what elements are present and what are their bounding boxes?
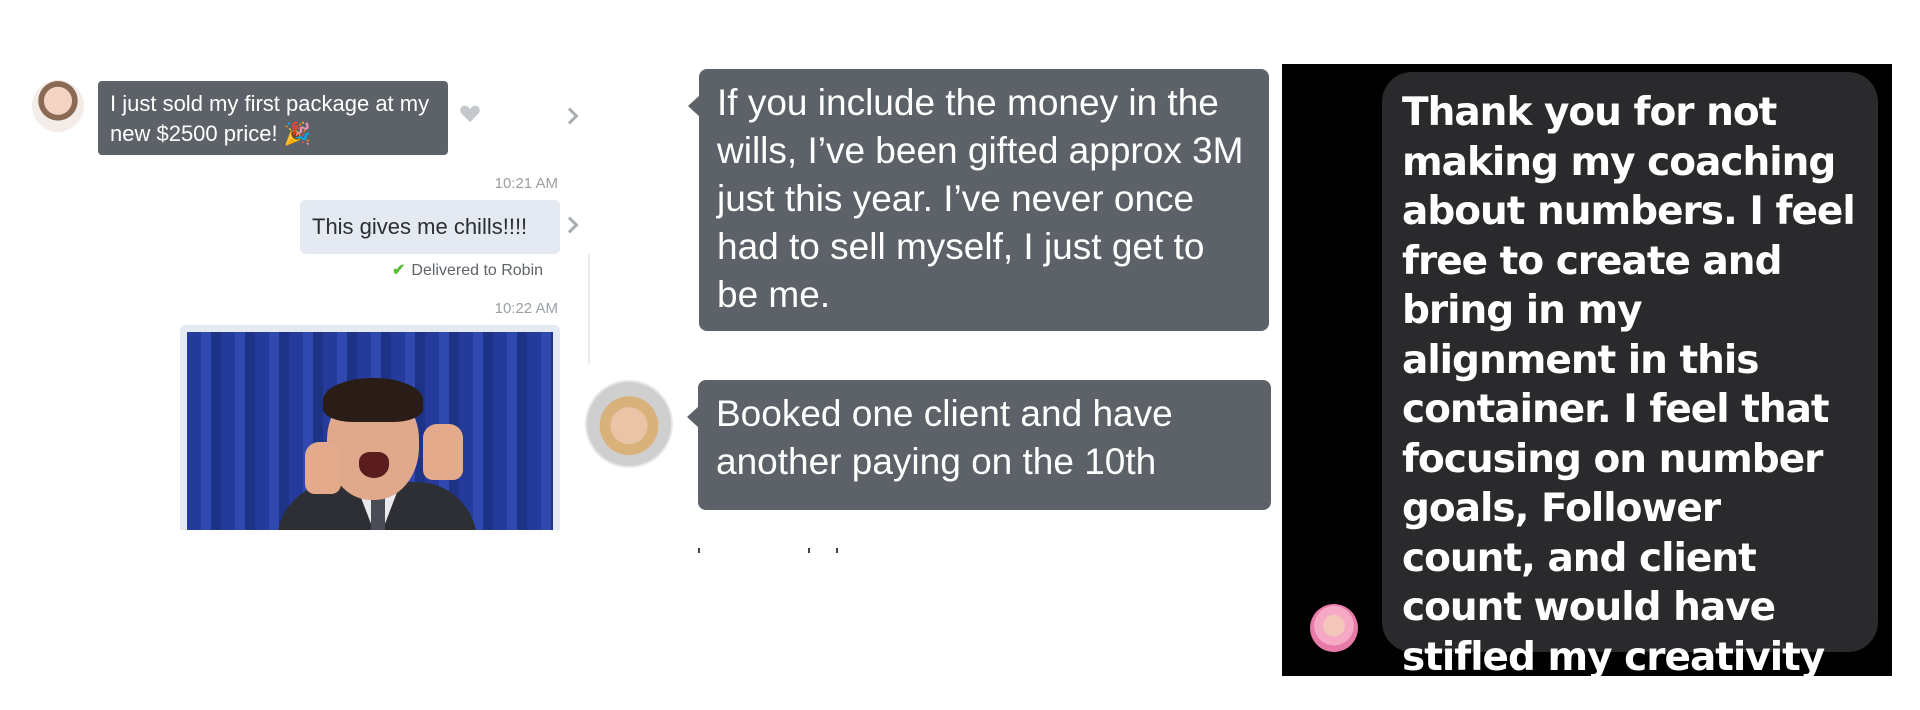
delivered-status: ✔ Delivered to Robin xyxy=(392,260,543,280)
delivered-label: Delivered to Robin xyxy=(411,262,544,279)
incoming-message-bubble[interactable]: I just sold my first package at my new $… xyxy=(98,81,448,155)
message-bubble-gifted[interactable]: If you include the money in the wills, I… xyxy=(688,69,1269,331)
chevron-right-icon[interactable] xyxy=(561,216,579,234)
sender-avatar[interactable] xyxy=(585,380,673,468)
right-chat-panel: Thank you for not making my coaching abo… xyxy=(1282,64,1892,710)
gif-message[interactable] xyxy=(180,325,560,530)
cropped-text-fragment xyxy=(698,540,858,556)
client-avatar[interactable] xyxy=(1310,604,1358,652)
outgoing-message-bubble[interactable]: This gives me chills!!!! xyxy=(300,200,560,254)
timestamp: 10:21 AM xyxy=(494,175,558,192)
left-chat-panel: I just sold my first package at my new $… xyxy=(0,0,620,560)
message-bubble-thank-you[interactable]: Thank you for not making my coaching abo… xyxy=(1382,72,1878,710)
heart-icon[interactable] xyxy=(459,103,481,123)
checkmark-icon: ✔ xyxy=(392,262,406,279)
message-bubble-booked[interactable]: Booked one client and have another payin… xyxy=(687,380,1271,510)
chevron-right-icon[interactable] xyxy=(561,107,579,125)
celebration-gif-image xyxy=(187,332,553,530)
robin-avatar[interactable] xyxy=(32,80,84,132)
thread-divider xyxy=(588,254,590,364)
timestamp: 10:22 AM xyxy=(494,300,558,317)
